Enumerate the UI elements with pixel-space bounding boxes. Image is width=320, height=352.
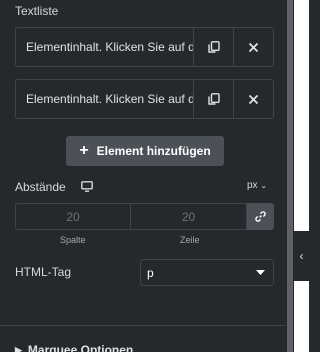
panel-scrollbar[interactable] bbox=[286, 0, 294, 352]
column-gap-input[interactable]: 20 bbox=[15, 203, 131, 230]
section-divider bbox=[0, 325, 286, 326]
copy-icon bbox=[207, 93, 220, 105]
remove-button[interactable] bbox=[233, 80, 273, 118]
section-header-label: Marquee Optionen bbox=[27, 343, 134, 352]
add-item-button[interactable]: + Element hinzufügen bbox=[66, 136, 224, 166]
chevron-left-icon: ‹ bbox=[299, 249, 304, 263]
section-title: Textliste bbox=[15, 4, 59, 18]
section-header-marquee[interactable]: ▶ Marquee Optionen bbox=[15, 343, 133, 352]
repeater-item-title[interactable]: Elementinhalt. Klicken Sie auf das Eleme… bbox=[16, 80, 193, 118]
duplicate-button[interactable] bbox=[193, 80, 233, 118]
repeater-item-title[interactable]: Elementinhalt. Klicken Sie auf das Eleme… bbox=[16, 28, 193, 66]
row-gap-input[interactable]: 20 bbox=[131, 203, 247, 230]
caret-down-icon bbox=[256, 270, 265, 275]
caret-right-icon: ▶ bbox=[15, 344, 22, 352]
unit-value: px bbox=[247, 180, 258, 191]
row-label: Zeile bbox=[180, 235, 200, 245]
close-icon bbox=[248, 42, 259, 52]
scrollbar-thumb[interactable] bbox=[287, 0, 293, 352]
collapse-panel-button[interactable]: ‹ bbox=[294, 231, 309, 281]
html-tag-value: p bbox=[147, 265, 154, 280]
add-item-label: Element hinzufügen bbox=[96, 144, 211, 158]
link-values-button[interactable] bbox=[247, 203, 274, 230]
link-icon bbox=[255, 211, 266, 222]
plus-icon: + bbox=[79, 142, 89, 159]
spacing-label: Abstände bbox=[15, 180, 66, 194]
remove-button[interactable] bbox=[233, 28, 273, 66]
preview-area bbox=[294, 0, 309, 352]
repeater-item[interactable]: Elementinhalt. Klicken Sie auf das Eleme… bbox=[15, 79, 274, 119]
duplicate-button[interactable] bbox=[193, 28, 233, 66]
desktop-icon[interactable] bbox=[81, 181, 93, 192]
html-tag-label: HTML-Tag bbox=[15, 265, 72, 279]
close-icon bbox=[248, 94, 259, 104]
copy-icon bbox=[207, 41, 220, 53]
editor-panel: Textliste Elementinhalt. Klicken Sie auf… bbox=[0, 0, 286, 352]
html-tag-select[interactable]: p bbox=[140, 259, 274, 286]
unit-select[interactable]: px ⌄ bbox=[247, 180, 267, 191]
chevron-down-icon: ⌄ bbox=[260, 181, 268, 190]
column-label: Spalte bbox=[60, 235, 86, 245]
dimension-inputs: 20 20 bbox=[15, 203, 274, 230]
repeater-item[interactable]: Elementinhalt. Klicken Sie auf das Eleme… bbox=[15, 27, 274, 67]
